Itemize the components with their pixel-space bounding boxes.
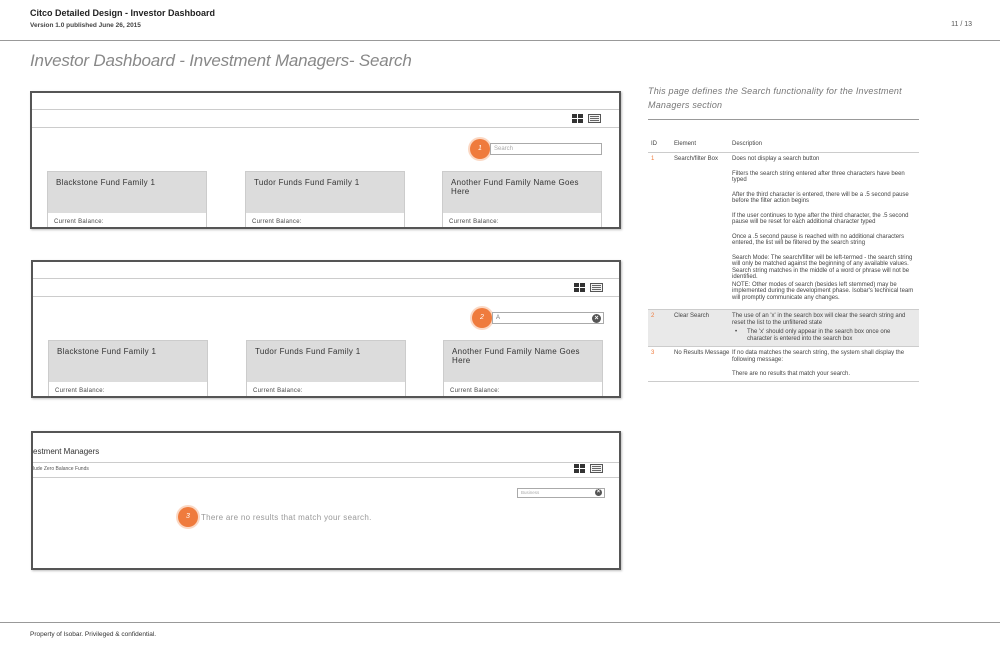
fund-name: Tudor Funds Fund Family 1	[246, 172, 404, 213]
callout-marker-2: 2	[472, 308, 492, 328]
description-paragraph: NOTE: Other modes of search (besides lef…	[732, 281, 914, 301]
row-description: Does not display a search button Filters…	[732, 156, 919, 309]
search-input[interactable]: Search	[490, 143, 602, 155]
document-title: Citco Detailed Design - Investor Dashboa…	[30, 8, 216, 18]
grid-view-icon[interactable]	[574, 283, 586, 292]
current-balance-label: Current Balance:	[450, 388, 500, 394]
divider	[648, 119, 919, 120]
table-row: 1 Search/filter Box Does not display a s…	[648, 153, 919, 310]
fund-card[interactable]: Another Fund Family Name Goes Here Curre…	[443, 340, 603, 396]
row-element: Search/filter Box	[674, 156, 719, 162]
callout-marker-3: 3	[178, 507, 198, 527]
search-value: Business	[521, 490, 540, 495]
divider	[33, 462, 619, 463]
divider	[33, 296, 619, 297]
fund-name: Blackstone Fund Family 1	[49, 341, 207, 382]
description-paragraph: Filters the search string entered after …	[732, 170, 905, 184]
search-value: A	[496, 315, 501, 321]
version-label: Version 1.0 published June 26, 2015	[30, 22, 141, 29]
description-paragraph: There are no results that match your sea…	[732, 371, 851, 377]
description-paragraph: Once a .5 second pause is reached with n…	[732, 233, 905, 247]
fund-name: Tudor Funds Fund Family 1	[247, 341, 405, 382]
no-results-message: There are no results that match your sea…	[201, 513, 372, 522]
fund-card[interactable]: Tudor Funds Fund Family 1 Current Balanc…	[246, 340, 406, 396]
divider	[32, 109, 619, 110]
current-balance-label: Current Balance:	[252, 219, 302, 225]
section-title: estment Managers	[33, 447, 100, 456]
fund-card[interactable]: Another Fund Family Name Goes Here Curre…	[442, 171, 602, 227]
current-balance-label: Current Balance:	[55, 388, 105, 394]
row-element: No Results Message	[674, 350, 730, 356]
divider	[33, 278, 619, 279]
search-input[interactable]: A ×	[492, 312, 604, 324]
fund-card[interactable]: Tudor Funds Fund Family 1 Current Balanc…	[245, 171, 405, 227]
current-balance-label: Current Balance:	[253, 388, 303, 394]
view-toggle	[572, 114, 601, 123]
row-id: 1	[651, 156, 655, 162]
description-paragraph: If no data matches the search string, th…	[732, 350, 905, 363]
row-description: The use of an 'x' in the search box will…	[732, 313, 919, 346]
table-header: ID Element Description	[648, 141, 919, 153]
footer-confidentiality: Property of Isobar. Privileged & confide…	[30, 631, 157, 638]
header-divider	[0, 40, 1000, 41]
grid-view-icon[interactable]	[572, 114, 584, 123]
mockup-no-results-state: estment Managers lude Zero Balance Funds…	[31, 431, 621, 570]
page-number: 11 / 13	[951, 21, 972, 28]
list-view-icon[interactable]	[590, 464, 603, 473]
page-description: This page defines the Search functionali…	[648, 86, 902, 110]
fund-card[interactable]: Blackstone Fund Family 1 Current Balance…	[48, 340, 208, 396]
current-balance-label: Current Balance:	[54, 219, 104, 225]
clear-search-icon[interactable]: ×	[592, 314, 601, 323]
table-row: 2 Clear Search The use of an 'x' in the …	[648, 310, 919, 347]
current-balance-label: Current Balance:	[449, 219, 499, 225]
row-id: 2	[651, 313, 655, 319]
description-paragraph: Search Mode: The search/filter will be l…	[732, 254, 913, 281]
row-description: If no data matches the search string, th…	[732, 350, 919, 381]
table-row: 3 No Results Message If no data matches …	[648, 347, 919, 382]
fund-name: Another Fund Family Name Goes Here	[444, 341, 602, 382]
search-input[interactable]: Business ×	[517, 488, 605, 498]
mockup-typing-state: 2 A × Blackstone Fund Family 1 Current B…	[31, 260, 621, 398]
row-id: 3	[651, 350, 655, 356]
clear-search-icon[interactable]: ×	[595, 489, 602, 496]
mockup-default-state: 1 Search Blackstone Fund Family 1 Curren…	[30, 91, 621, 229]
divider	[33, 477, 619, 478]
list-view-icon[interactable]	[590, 283, 603, 292]
footer-divider	[0, 622, 1000, 623]
description-paragraph: After the third character is entered, th…	[732, 191, 909, 205]
fund-card[interactable]: Blackstone Fund Family 1 Current Balance…	[47, 171, 207, 227]
list-view-icon[interactable]	[588, 114, 601, 123]
description-paragraph: If the user continues to type after the …	[732, 212, 909, 226]
page-title: Investor Dashboard - Investment Managers…	[30, 51, 412, 70]
description-bullet: The 'x' should only appear in the search…	[732, 329, 916, 342]
description-paragraph: Does not display a search button	[732, 156, 820, 162]
header-element: Element	[674, 141, 697, 147]
divider	[32, 127, 619, 128]
callout-marker-1: 1	[470, 139, 490, 159]
description-paragraph: The use of an 'x' in the search box will…	[732, 313, 906, 326]
zero-balance-filter-label: lude Zero Balance Funds	[33, 466, 89, 472]
row-element: Clear Search	[674, 313, 710, 319]
header-description: Description	[732, 141, 763, 147]
fund-name: Another Fund Family Name Goes Here	[443, 172, 601, 213]
spec-table: ID Element Description 1 Search/filter B…	[648, 141, 919, 382]
view-toggle	[574, 283, 603, 292]
header-id: ID	[651, 141, 657, 147]
grid-view-icon[interactable]	[574, 464, 586, 473]
fund-name: Blackstone Fund Family 1	[48, 172, 206, 213]
view-toggle	[574, 464, 603, 473]
